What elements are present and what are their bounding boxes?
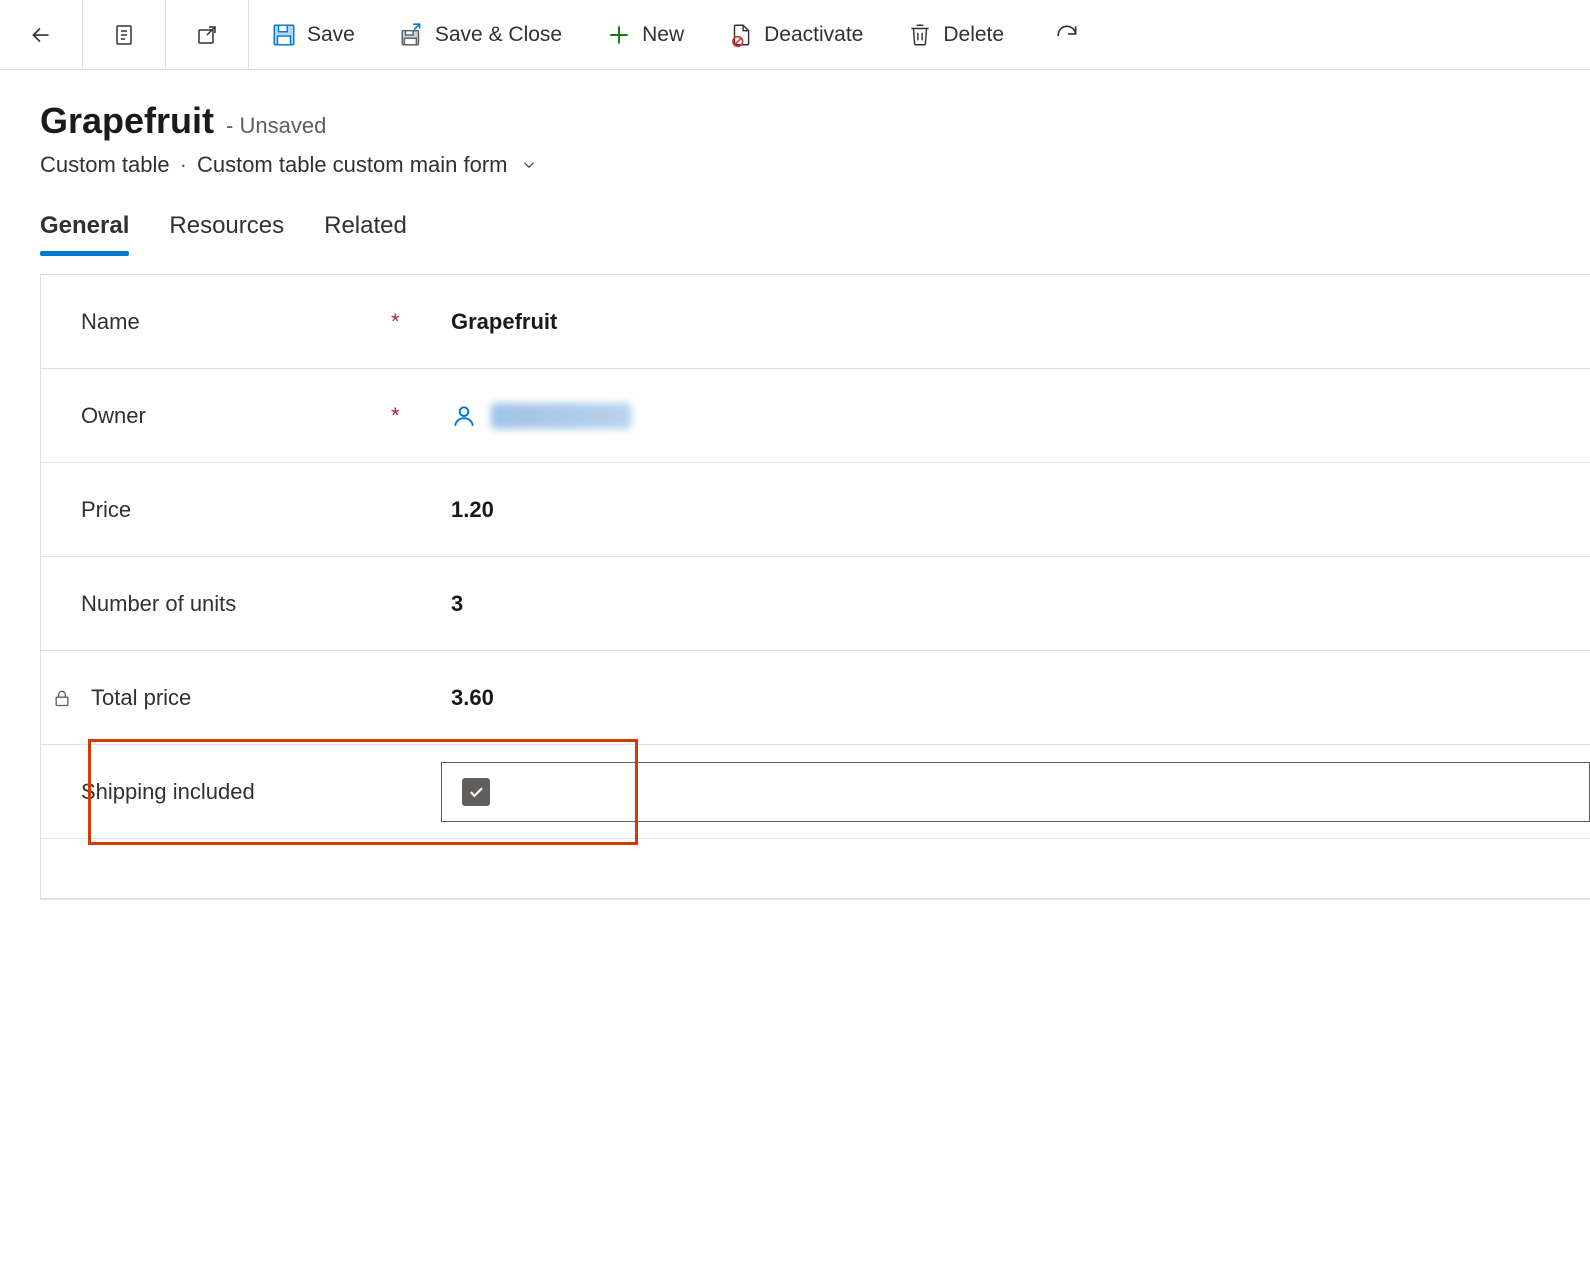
form-panel: Name * Grapefruit Owner * Price 1.20 Num… bbox=[40, 274, 1590, 900]
new-label: New bbox=[642, 23, 684, 47]
delete-button[interactable]: Delete bbox=[885, 0, 1026, 69]
shipping-checkbox[interactable] bbox=[462, 778, 490, 806]
popout-icon bbox=[194, 22, 220, 48]
save-icon bbox=[271, 22, 297, 48]
units-label: Number of units bbox=[81, 591, 391, 617]
total-price-field: 3.60 bbox=[451, 685, 1590, 711]
command-bar: Save Save & Close New Deactivate Delete bbox=[0, 0, 1590, 70]
name-field[interactable]: Grapefruit bbox=[451, 309, 1590, 335]
back-arrow-icon bbox=[28, 22, 54, 48]
deactivate-icon bbox=[728, 22, 754, 48]
person-icon bbox=[451, 403, 477, 429]
shipping-label: Shipping included bbox=[81, 779, 391, 805]
save-label: Save bbox=[307, 23, 355, 47]
back-button[interactable] bbox=[0, 0, 82, 69]
form-selector-label: Custom table custom main form bbox=[197, 152, 508, 178]
owner-row: Owner * bbox=[41, 369, 1590, 463]
deactivate-label: Deactivate bbox=[764, 23, 863, 47]
shipping-row: Shipping included bbox=[41, 745, 1590, 839]
price-row: Price 1.20 bbox=[41, 463, 1590, 557]
required-indicator: * bbox=[391, 309, 451, 335]
owner-field[interactable] bbox=[451, 403, 1590, 429]
units-row: Number of units 3 bbox=[41, 557, 1590, 651]
open-new-window-button[interactable] bbox=[166, 0, 248, 69]
name-row: Name * Grapefruit bbox=[41, 275, 1590, 369]
tab-resources[interactable]: Resources bbox=[169, 212, 284, 252]
price-field[interactable]: 1.20 bbox=[451, 497, 1590, 523]
tab-list: General Resources Related bbox=[0, 178, 1590, 252]
lock-icon bbox=[49, 685, 75, 711]
delete-label: Delete bbox=[943, 23, 1004, 47]
new-button[interactable]: New bbox=[584, 0, 706, 69]
owner-label: Owner bbox=[81, 403, 391, 429]
clipboard-icon bbox=[111, 22, 137, 48]
save-close-button[interactable]: Save & Close bbox=[377, 0, 584, 69]
required-indicator: * bbox=[391, 403, 451, 429]
price-label: Price bbox=[81, 497, 391, 523]
chevron-down-icon bbox=[516, 152, 542, 178]
refresh-button[interactable] bbox=[1026, 0, 1108, 69]
refresh-icon bbox=[1054, 22, 1080, 48]
save-button[interactable]: Save bbox=[249, 0, 377, 69]
trash-icon bbox=[907, 22, 933, 48]
plus-icon bbox=[606, 22, 632, 48]
deactivate-button[interactable]: Deactivate bbox=[706, 0, 885, 69]
form-bottom-space bbox=[41, 839, 1590, 899]
entity-name: Custom table bbox=[40, 152, 170, 178]
save-close-label: Save & Close bbox=[435, 23, 562, 47]
form-selector[interactable]: Custom table custom main form bbox=[197, 152, 542, 178]
shipping-checkbox-field[interactable] bbox=[441, 762, 1590, 822]
owner-value-redacted bbox=[491, 403, 631, 429]
record-header: Grapefruit - Unsaved Custom table · Cust… bbox=[0, 70, 1590, 178]
name-label: Name bbox=[81, 309, 391, 335]
total-price-row: Total price 3.60 bbox=[41, 651, 1590, 745]
save-close-icon bbox=[399, 22, 425, 48]
tab-general[interactable]: General bbox=[40, 212, 129, 252]
units-field[interactable]: 3 bbox=[451, 591, 1590, 617]
save-status: - Unsaved bbox=[226, 113, 326, 139]
total-price-label: Total price bbox=[91, 685, 191, 711]
separator-dot: · bbox=[180, 152, 187, 178]
page-title: Grapefruit bbox=[40, 100, 214, 142]
tab-related[interactable]: Related bbox=[324, 212, 407, 252]
form-assistant-button[interactable] bbox=[83, 0, 165, 69]
